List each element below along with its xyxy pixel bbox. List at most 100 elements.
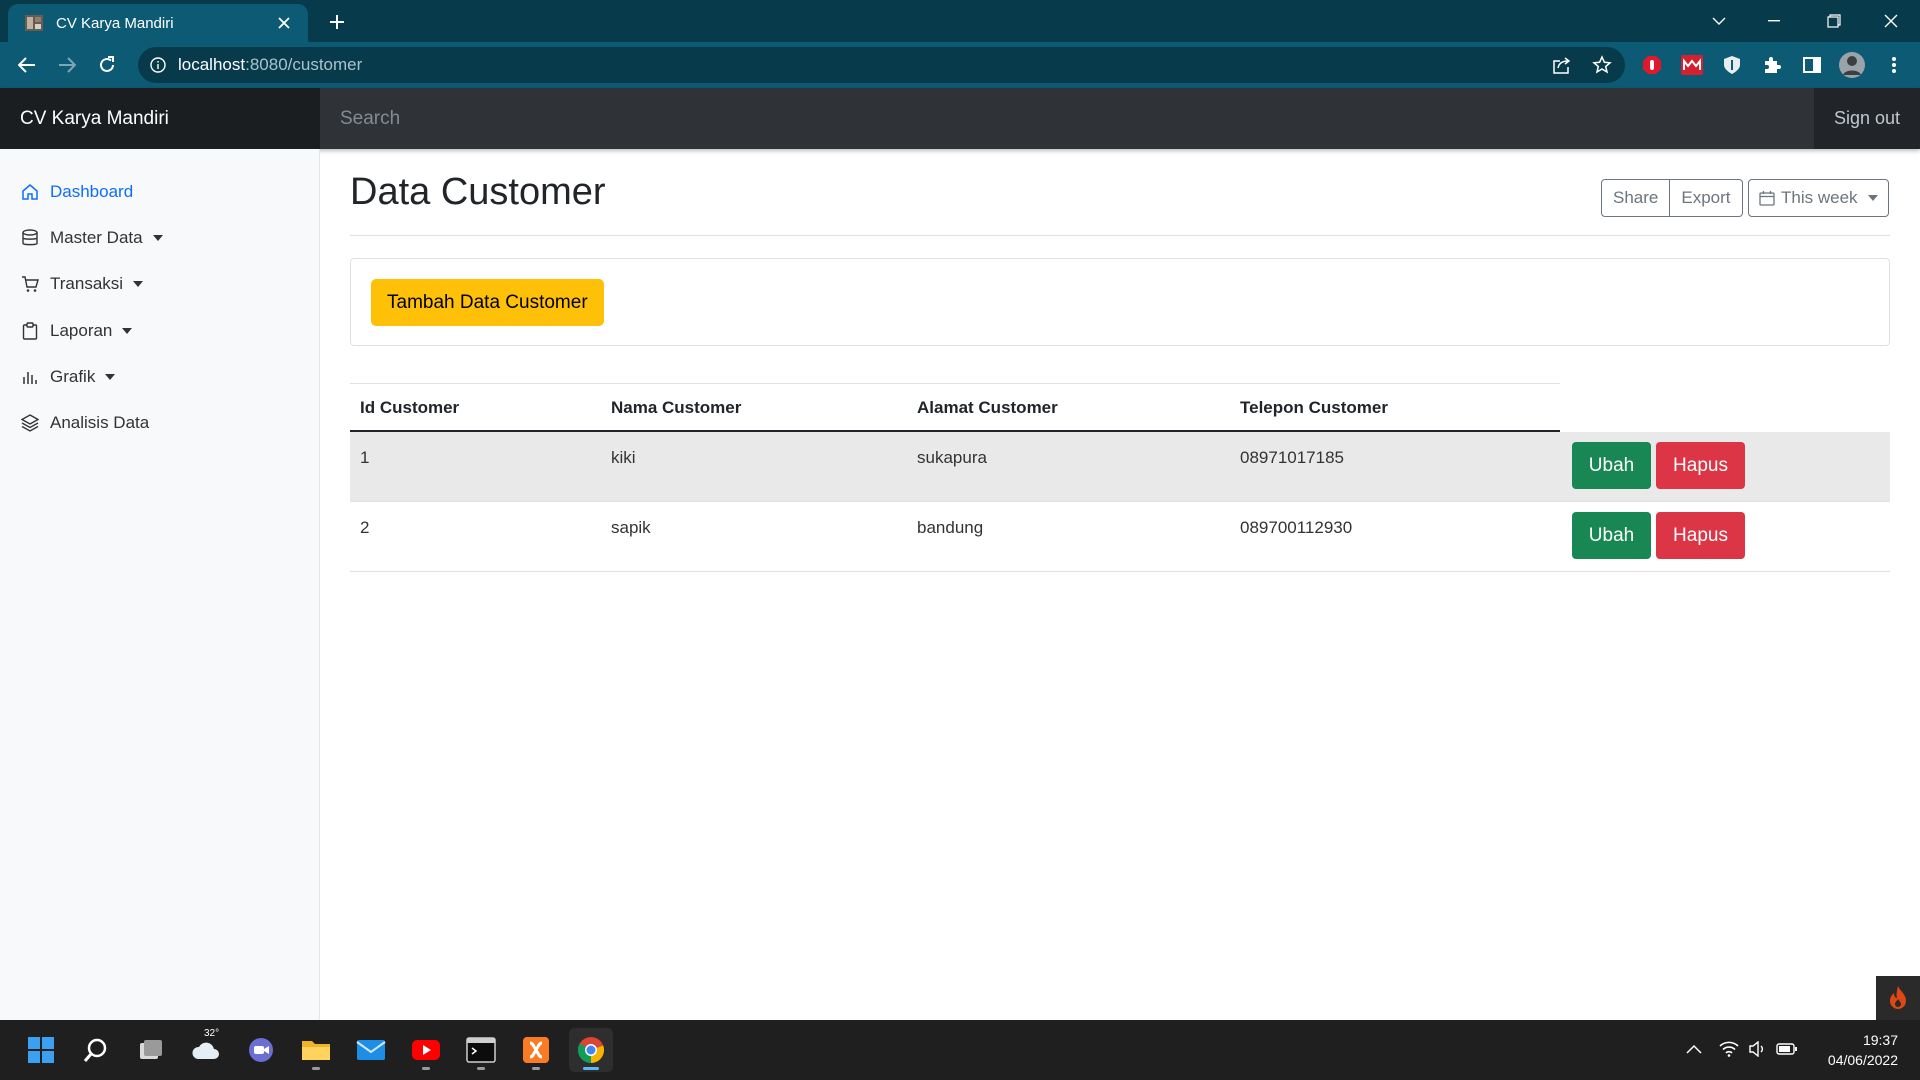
file-explorer-icon[interactable] (294, 1028, 338, 1072)
sidebar-item-analisis-data[interactable]: Analisis Data (20, 408, 149, 438)
sidebar-item-transaksi[interactable]: Transaksi (20, 269, 144, 299)
export-button[interactable]: Export (1670, 179, 1743, 217)
search-icon[interactable] (74, 1028, 118, 1072)
cell-id: 2 (360, 518, 370, 537)
xampp-icon[interactable] (514, 1028, 558, 1072)
running-indicator (532, 1067, 540, 1070)
share-button[interactable]: Share (1601, 179, 1671, 217)
url-path: :8080/customer (245, 55, 363, 74)
chrome-icon[interactable] (569, 1028, 613, 1072)
mendeley-extension-icon[interactable] (1680, 53, 1704, 77)
new-tab-button[interactable] (322, 8, 352, 36)
share-page-icon[interactable] (1550, 53, 1574, 77)
battery-icon[interactable] (1776, 1038, 1798, 1060)
sidebar-item-label: Transaksi (50, 274, 124, 293)
brand-link[interactable]: CV Karya Mandiri (0, 88, 320, 149)
url-host: localhost (178, 55, 246, 74)
cell-nama: kiki (611, 448, 636, 467)
clock-date: 04/06/2022 (1827, 1052, 1898, 1068)
profile-avatar-icon[interactable] (1838, 51, 1866, 79)
cell-telepon: 08971017185 (1240, 448, 1345, 467)
sign-out-link[interactable]: Sign out (1834, 88, 1900, 149)
add-customer-button[interactable]: Tambah Data Customer (371, 279, 604, 326)
shield-extension-icon[interactable] (1720, 53, 1744, 77)
browser-tabstrip: CV Karya Mandiri (0, 0, 1920, 42)
period-dropdown-button[interactable]: This week (1748, 179, 1889, 217)
close-window-icon[interactable] (1868, 0, 1914, 42)
calendar-icon (1759, 190, 1775, 206)
column-header: Telepon Customer (1240, 398, 1388, 417)
youtube-icon[interactable] (404, 1028, 448, 1072)
sidebar-item-grafik[interactable]: Grafik (20, 362, 116, 392)
chevron-down-icon (1867, 195, 1878, 201)
task-view-icon[interactable] (129, 1028, 173, 1072)
search-input[interactable] (320, 88, 1814, 149)
site-favicon-icon (24, 13, 44, 33)
browser-menu-icon[interactable] (1882, 53, 1906, 77)
delete-button[interactable]: Hapus (1656, 512, 1745, 559)
column-header: Alamat Customer (917, 398, 1058, 417)
restore-icon[interactable] (1811, 0, 1857, 42)
app-navbar: CV Karya Mandiri Sign out (0, 88, 1920, 149)
minimize-icon[interactable] (1751, 0, 1797, 42)
chevron-down-icon (152, 235, 163, 241)
table-header: Id Customer Nama Customer Alamat Custome… (350, 383, 1560, 432)
tab-title: CV Karya Mandiri (56, 14, 174, 32)
delete-button[interactable]: Hapus (1656, 442, 1745, 489)
windows-taskbar: 32° 19:37 04/06/2022 (0, 1020, 1920, 1080)
sidebar-item-master-data[interactable]: Master Data (20, 223, 163, 253)
weather-widget-icon[interactable]: 32° (184, 1028, 228, 1072)
running-indicator (422, 1067, 430, 1070)
sidebar-item-label: Laporan (50, 321, 113, 340)
windows-start-icon[interactable] (19, 1028, 63, 1072)
chevron-down-icon (122, 328, 133, 334)
layers-icon (20, 413, 40, 433)
table-row: 1 kiki sukapura 08971017185 Ubah Hapus (350, 432, 1890, 502)
sidebar-item-dashboard[interactable]: Dashboard (20, 177, 133, 207)
sidebar-item-label: Grafik (50, 367, 96, 386)
mail-icon[interactable] (349, 1028, 393, 1072)
terminal-icon[interactable] (459, 1028, 503, 1072)
teams-chat-icon[interactable] (239, 1028, 283, 1072)
column-header: Nama Customer (611, 398, 742, 417)
action-card: Tambah Data Customer (350, 258, 1890, 346)
table-row: 2 sapik bandung 089700112930 Ubah Hapus (350, 502, 1890, 572)
cell-alamat: bandung (917, 518, 984, 537)
running-indicator (477, 1067, 485, 1070)
volume-icon[interactable] (1746, 1038, 1768, 1060)
title-divider (350, 235, 1890, 236)
wifi-icon[interactable] (1718, 1038, 1740, 1060)
edit-button[interactable]: Ubah (1572, 512, 1651, 559)
tab-search-chevron-icon[interactable] (1696, 0, 1742, 42)
clipboard-icon (20, 321, 40, 341)
customer-table: Id Customer Nama Customer Alamat Custome… (350, 383, 1890, 572)
active-indicator (583, 1067, 599, 1070)
debug-toolbar-flame-icon[interactable] (1876, 976, 1920, 1020)
reload-icon[interactable] (91, 50, 123, 80)
browser-tab[interactable]: CV Karya Mandiri (8, 4, 308, 42)
extensions-puzzle-icon[interactable] (1760, 53, 1784, 77)
sidebar-item-label: Master Data (50, 228, 143, 247)
site-info-icon[interactable] (150, 57, 166, 73)
side-panel-icon[interactable] (1800, 53, 1824, 77)
cell-nama: sapik (611, 518, 651, 537)
tab-close-icon[interactable] (272, 11, 296, 35)
chevron-down-icon (133, 281, 144, 287)
sidebar-item-label: Analisis Data (50, 413, 150, 432)
tray-chevron-up-icon[interactable] (1683, 1038, 1705, 1060)
cart-icon (20, 274, 40, 294)
forward-arrow-icon[interactable] (51, 50, 83, 80)
sidebar-item-laporan[interactable]: Laporan (20, 316, 133, 346)
bookmark-star-icon[interactable] (1590, 53, 1614, 77)
back-arrow-icon[interactable] (11, 50, 43, 80)
cell-telepon: 089700112930 (1240, 518, 1353, 537)
clock-time: 19:37 (1862, 1032, 1898, 1048)
address-bar[interactable]: localhost:8080/customer (138, 47, 1625, 83)
adblock-extension-icon[interactable] (1640, 53, 1664, 77)
edit-button[interactable]: Ubah (1572, 442, 1651, 489)
cell-id: 1 (360, 448, 370, 467)
action-button-group: Share Export (1601, 179, 1743, 217)
main-content: Data Customer Share Export This week Tam… (320, 149, 1920, 1020)
cell-alamat: sukapura (917, 448, 987, 467)
system-clock[interactable]: 19:37 04/06/2022 (1828, 1030, 1898, 1070)
